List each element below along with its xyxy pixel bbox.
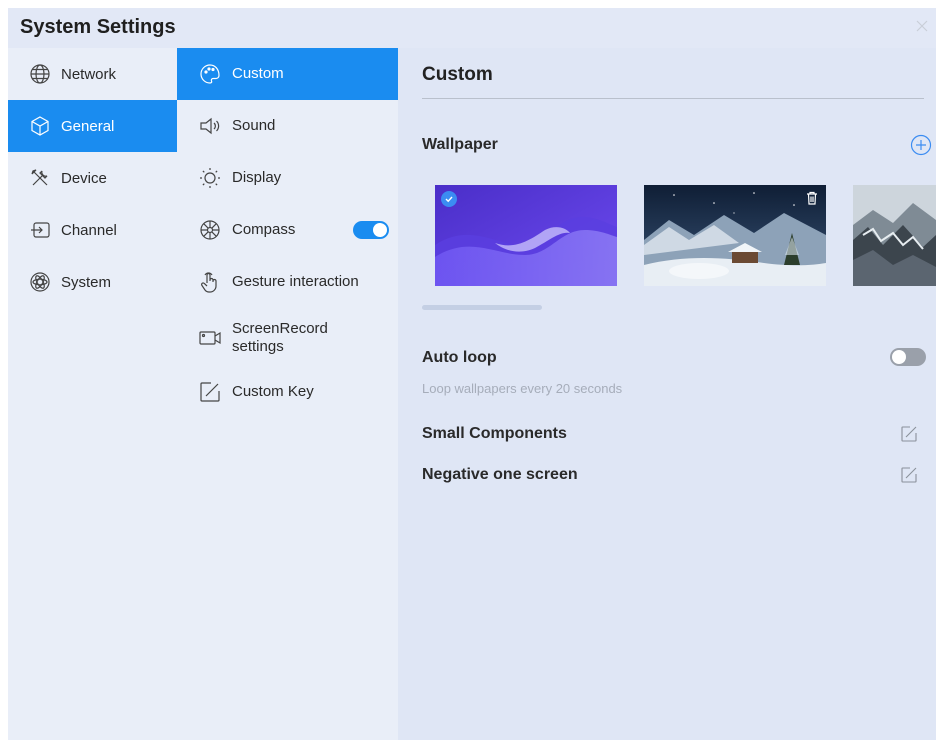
speaker-icon [198, 114, 222, 138]
sub-item-label: Custom Key [232, 383, 314, 400]
trash-icon[interactable] [806, 191, 818, 205]
sidebar-item-general[interactable]: General [8, 100, 177, 152]
title-bar: System Settings [8, 8, 936, 48]
sub-item-label: ScreenRecord settings [232, 320, 328, 355]
wallpaper-thumbnail[interactable] [644, 185, 826, 286]
sub-item-gesture-interaction[interactable]: Gesture interaction [177, 256, 398, 308]
page-title: Custom [422, 64, 493, 85]
wallpaper-label: Wallpaper [422, 136, 498, 153]
sidebar-item-label: System [61, 273, 112, 291]
settings-window: System Settings Network General Device C… [8, 8, 936, 740]
negative-one-screen-label: Negative one screen [422, 466, 578, 483]
wallpaper-thumbnail[interactable] [435, 185, 617, 286]
atom-icon [29, 271, 51, 293]
sidebar-item-channel[interactable]: Channel [8, 204, 177, 256]
auto-loop-toggle[interactable] [890, 348, 926, 366]
sidebar-item-label: General [61, 117, 115, 135]
compass-toggle[interactable] [353, 221, 389, 239]
auto-loop-description: Loop wallpapers every 20 seconds [422, 381, 623, 396]
wallpaper-thumbnail[interactable] [853, 185, 936, 286]
divider [422, 98, 924, 99]
sidebar-main: Network General Device Channel System [8, 48, 177, 740]
sub-item-custom-key[interactable]: Custom Key [177, 367, 398, 417]
selected-check-icon [441, 191, 457, 207]
hand-pointer-icon [198, 270, 222, 294]
edit-icon[interactable] [900, 425, 918, 443]
edit-icon[interactable] [900, 466, 918, 484]
sun-icon [198, 166, 222, 190]
sidebar-item-label: Channel [61, 221, 117, 239]
toggle-knob [892, 350, 906, 364]
sidebar-item-system[interactable]: System [8, 256, 177, 308]
screen-record-icon [198, 326, 222, 350]
sub-item-label: Display [232, 169, 282, 186]
sub-item-custom[interactable]: Custom [177, 48, 398, 100]
cube-icon [29, 115, 51, 137]
window-title: System Settings [20, 16, 176, 38]
sub-item-sound[interactable]: Sound [177, 100, 398, 152]
input-icon [29, 219, 51, 241]
sub-item-label: Sound [232, 117, 276, 134]
palette-icon [198, 62, 222, 86]
sub-item-label: Compass [232, 221, 296, 238]
close-icon[interactable] [914, 18, 930, 34]
compass-icon [198, 218, 222, 242]
sidebar-sub: Custom Sound Display Compass Gesture int… [177, 48, 398, 740]
sub-item-screenrecord-settings[interactable]: ScreenRecord settings [177, 314, 398, 362]
globe-icon [29, 63, 51, 85]
auto-loop-label: Auto loop [422, 349, 497, 366]
wallpaper-scrollbar[interactable] [422, 305, 542, 310]
sidebar-item-label: Network [61, 65, 117, 83]
sub-item-label: Gesture interaction [232, 273, 359, 290]
sidebar-item-network[interactable]: Network [8, 48, 177, 100]
sidebar-item-device[interactable]: Device [8, 152, 177, 204]
edit-key-icon [198, 380, 222, 404]
sub-item-label: Custom [232, 65, 284, 82]
content-panel: Custom Wallpaper Auto loop Loop wallpape… [398, 48, 936, 740]
toggle-knob [373, 223, 387, 237]
small-components-label: Small Components [422, 425, 567, 442]
plus-circle-icon[interactable] [910, 134, 932, 156]
tools-icon [29, 167, 51, 189]
sub-item-display[interactable]: Display [177, 152, 398, 204]
sidebar-item-label: Device [61, 169, 107, 187]
